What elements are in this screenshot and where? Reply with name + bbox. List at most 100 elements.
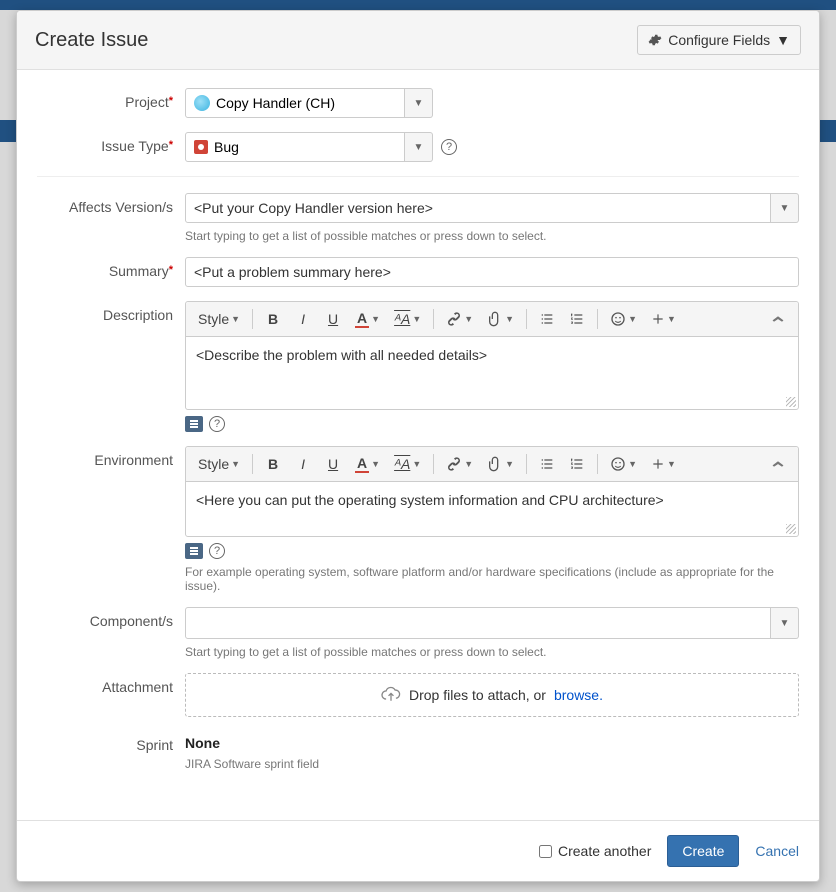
- affects-version-input[interactable]: <Put your Copy Handler version here>: [185, 193, 771, 223]
- rte-text-color-button[interactable]: A▼: [349, 451, 386, 477]
- rte-more-button[interactable]: ▼: [645, 451, 682, 477]
- summary-input[interactable]: [185, 257, 799, 287]
- components-input[interactable]: [185, 607, 771, 639]
- project-dropdown-button[interactable]: ▼: [405, 88, 433, 118]
- rte-link-button[interactable]: ▼: [440, 451, 479, 477]
- rte-bullet-list-button[interactable]: [533, 451, 561, 477]
- gear-icon: [648, 33, 662, 47]
- dialog-footer: Create another Create Cancel: [17, 820, 819, 881]
- rte-bullet-list-button[interactable]: [533, 306, 561, 332]
- rte-text-color-button[interactable]: A▼: [349, 306, 386, 332]
- issue-type-value: Bug: [214, 139, 239, 155]
- rte-more-button[interactable]: ▼: [645, 306, 682, 332]
- rte-emoji-button[interactable]: ▼: [604, 451, 643, 477]
- environment-editor: Style▼ B I U A▼ ᴬA▼ ▼ ▼ ▼: [185, 446, 799, 537]
- chevron-down-icon: ▼: [414, 142, 424, 153]
- sprint-value: None: [185, 731, 799, 751]
- rte-link-button[interactable]: ▼: [440, 306, 479, 332]
- issue-type-dropdown-button[interactable]: ▼: [405, 132, 433, 162]
- rte-bold-button[interactable]: B: [259, 306, 287, 332]
- rte-italic-button[interactable]: I: [289, 451, 317, 477]
- configure-fields-button[interactable]: Configure Fields ▼: [637, 25, 801, 55]
- description-editor: Style▼ B I U A▼ ᴬA▼ ▼ ▼: [185, 301, 799, 410]
- affects-version-hint: Start typing to get a list of possible m…: [185, 229, 799, 243]
- attachment-label: Attachment: [37, 673, 185, 717]
- collapse-icon: [770, 458, 786, 470]
- components-hint: Start typing to get a list of possible m…: [185, 645, 799, 659]
- rte-collapse-button[interactable]: [764, 308, 792, 330]
- components-dropdown-button[interactable]: ▼: [771, 607, 799, 639]
- components-label: Component/s: [37, 607, 185, 659]
- rte-number-list-button[interactable]: [563, 306, 591, 332]
- create-another-input[interactable]: [539, 845, 552, 858]
- chevron-down-icon: ▼: [780, 203, 790, 214]
- dialog-title: Create Issue: [35, 29, 148, 52]
- affects-version-label: Affects Version/s: [37, 193, 185, 243]
- resize-handle-icon[interactable]: [786, 524, 796, 534]
- project-select[interactable]: Copy Handler (CH): [185, 88, 405, 118]
- rte-underline-button[interactable]: U: [319, 306, 347, 332]
- help-icon[interactable]: ?: [209, 416, 225, 432]
- rte-italic-button[interactable]: I: [289, 306, 317, 332]
- issue-type-select[interactable]: Bug: [185, 132, 405, 162]
- upload-icon: [381, 686, 401, 704]
- rte-style-button[interactable]: Style▼: [192, 451, 246, 477]
- rte-underline-button[interactable]: U: [319, 451, 347, 477]
- rte-number-list-button[interactable]: [563, 451, 591, 477]
- create-button[interactable]: Create: [667, 835, 739, 867]
- browse-link[interactable]: browse.: [554, 687, 603, 703]
- chevron-down-icon: ▼: [776, 32, 790, 48]
- bullet-list-icon: [539, 456, 555, 472]
- rte-style-button[interactable]: Style▼: [192, 306, 246, 332]
- chevron-down-icon: ▼: [780, 618, 790, 629]
- create-another-checkbox[interactable]: Create another: [539, 843, 651, 859]
- plus-icon: [651, 312, 665, 326]
- rte-clear-format-button[interactable]: ᴬA▼: [388, 451, 427, 477]
- bullet-list-icon: [539, 311, 555, 327]
- cancel-button[interactable]: Cancel: [755, 843, 799, 859]
- rte-collapse-button[interactable]: [764, 453, 792, 475]
- section-divider: [37, 176, 799, 177]
- plus-icon: [651, 457, 665, 471]
- rte-attachment-button[interactable]: ▼: [481, 451, 520, 477]
- rte-emoji-button[interactable]: ▼: [604, 306, 643, 332]
- affects-version-dropdown-button[interactable]: ▼: [771, 193, 799, 223]
- rte-bold-button[interactable]: B: [259, 451, 287, 477]
- description-textarea[interactable]: <Describe the problem with all needed de…: [186, 337, 798, 409]
- attachment-dropzone[interactable]: Drop files to attach, or browse.: [185, 673, 799, 717]
- configure-fields-label: Configure Fields: [668, 32, 770, 48]
- sprint-label: Sprint: [37, 731, 185, 771]
- project-value: Copy Handler (CH): [216, 95, 335, 111]
- summary-label: Summary*: [37, 257, 185, 287]
- bug-icon: [194, 140, 208, 154]
- description-label: Description: [37, 301, 185, 432]
- project-avatar-icon: [194, 95, 210, 111]
- dialog-body: Project* Copy Handler (CH) ▼ Issue Type*: [17, 70, 819, 820]
- sprint-hint: JIRA Software sprint field: [185, 757, 799, 771]
- create-issue-dialog: Create Issue Configure Fields ▼ Project*…: [16, 10, 820, 882]
- rte-attachment-button[interactable]: ▼: [481, 306, 520, 332]
- rte-clear-format-button[interactable]: ᴬA▼: [388, 306, 427, 332]
- help-icon[interactable]: ?: [209, 543, 225, 559]
- editor-mode-button[interactable]: [185, 543, 203, 559]
- chevron-down-icon: ▼: [414, 98, 424, 109]
- resize-handle-icon[interactable]: [786, 397, 796, 407]
- editor-mode-button[interactable]: [185, 416, 203, 432]
- emoji-icon: [610, 311, 626, 327]
- project-label: Project*: [37, 88, 185, 118]
- number-list-icon: [569, 456, 585, 472]
- dialog-header: Create Issue Configure Fields ▼: [17, 11, 819, 70]
- rte-toolbar: Style▼ B I U A▼ ᴬA▼ ▼ ▼: [186, 302, 798, 337]
- collapse-icon: [770, 313, 786, 325]
- help-icon[interactable]: ?: [441, 139, 457, 155]
- environment-label: Environment: [37, 446, 185, 593]
- link-icon: [446, 311, 462, 327]
- environment-hint: For example operating system, software p…: [185, 565, 799, 593]
- issue-type-label: Issue Type*: [37, 132, 185, 162]
- attachment-icon: [487, 456, 503, 472]
- attachment-icon: [487, 311, 503, 327]
- environment-textarea[interactable]: <Here you can put the operating system i…: [186, 482, 798, 536]
- emoji-icon: [610, 456, 626, 472]
- number-list-icon: [569, 311, 585, 327]
- dropzone-text: Drop files to attach, or: [409, 687, 546, 703]
